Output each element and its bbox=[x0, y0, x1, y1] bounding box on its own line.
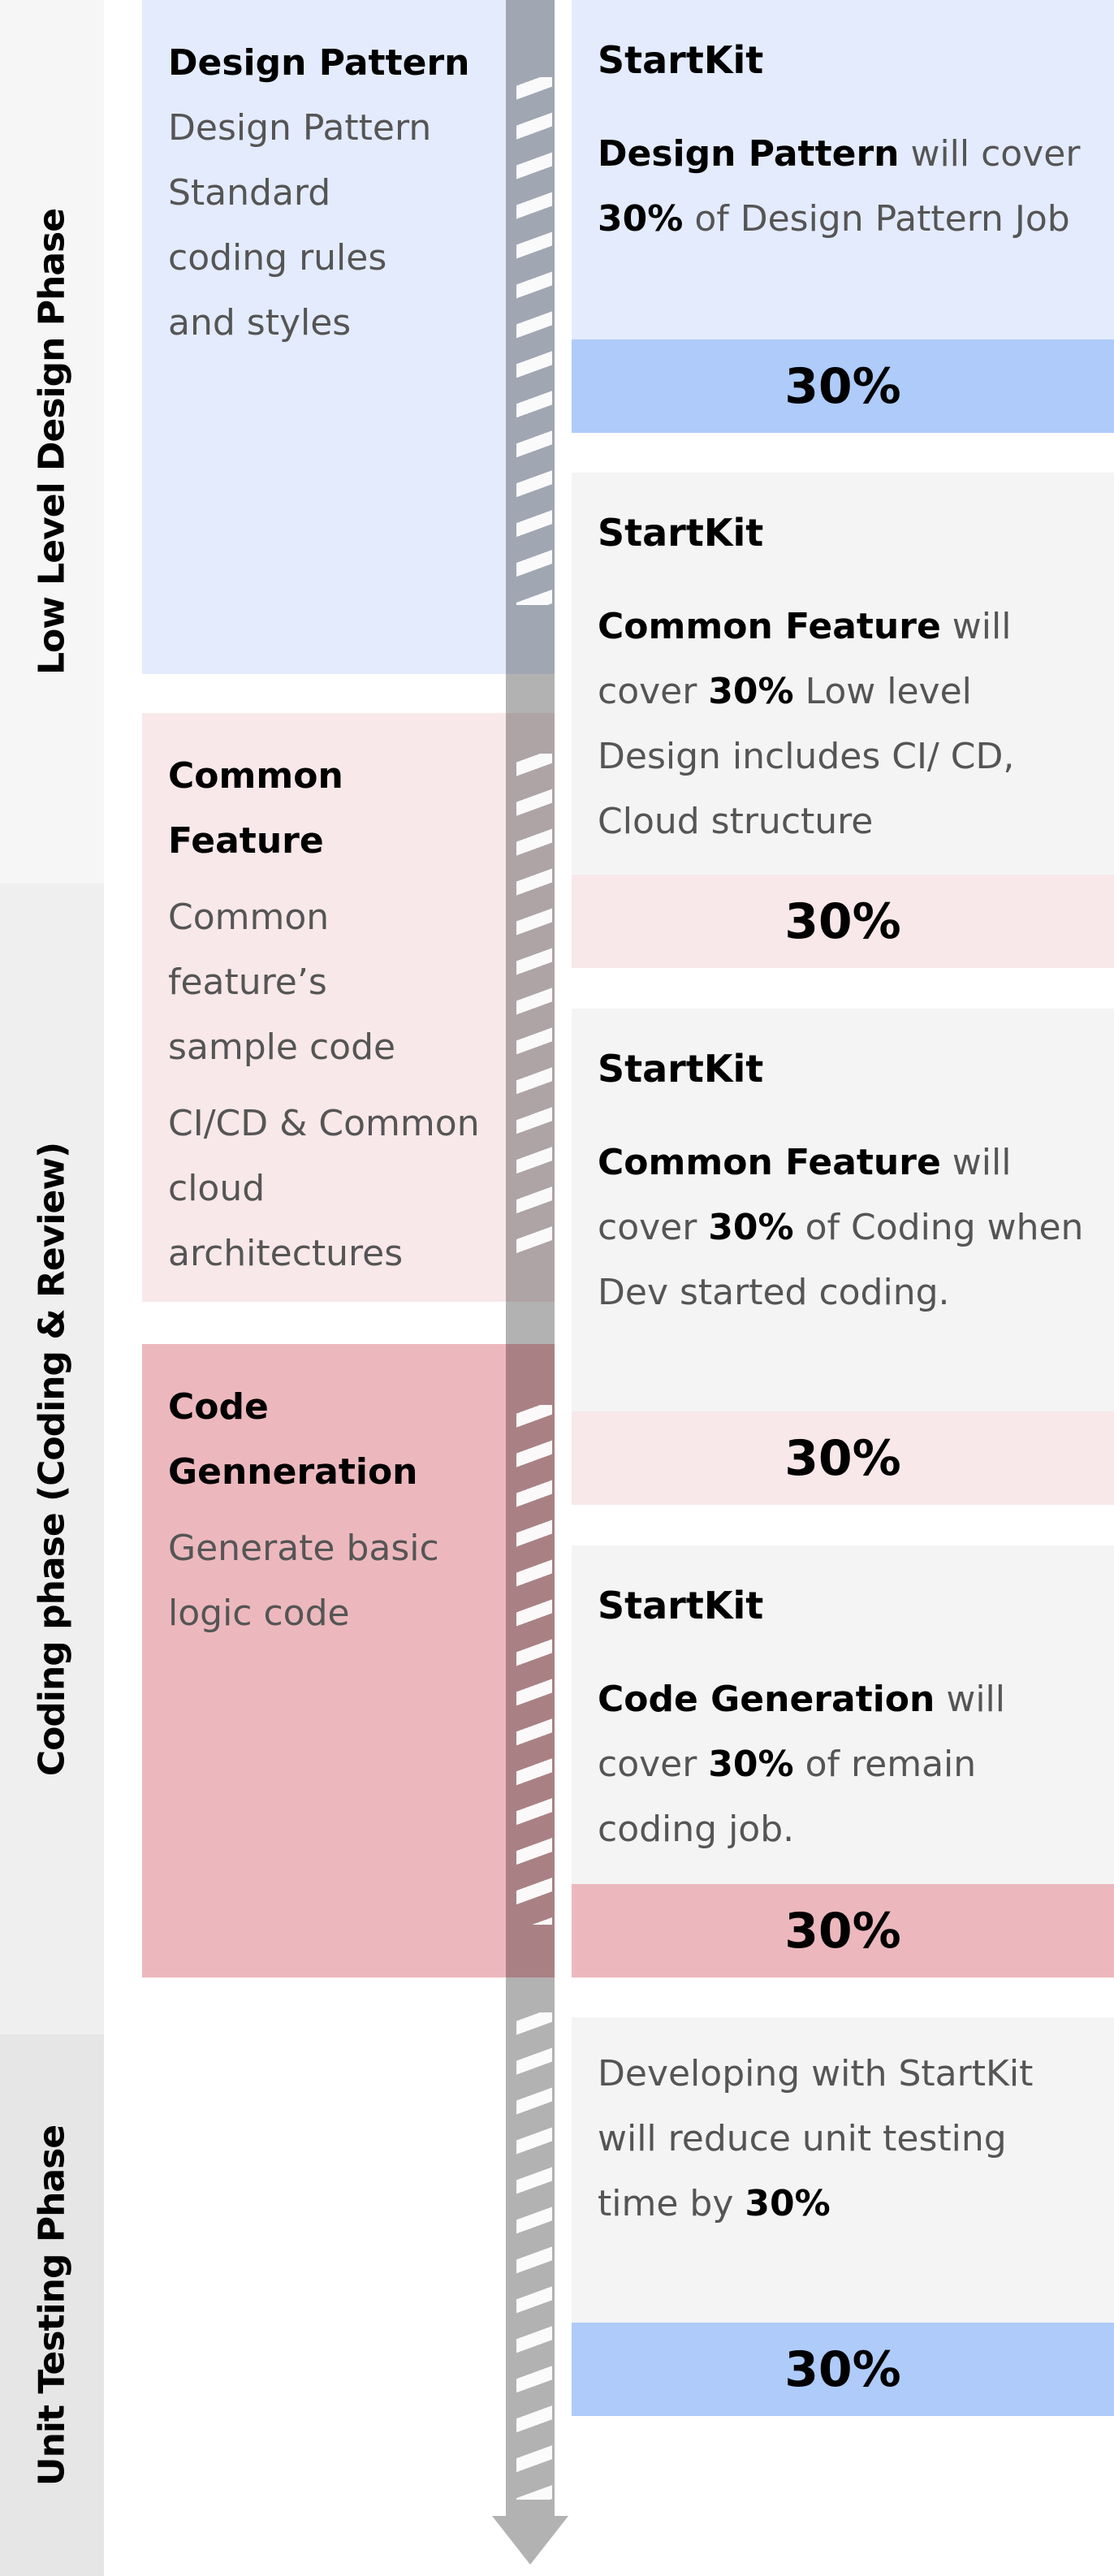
feature-card-common-feature: Common Feature Common feature’s sample c… bbox=[142, 713, 555, 1302]
result-text: Common Feature will cover 30% of Coding … bbox=[598, 1142, 1084, 1313]
result-text: Common Feature will cover 30% Low level … bbox=[598, 606, 1015, 842]
feature-title: Design Pattern bbox=[168, 42, 470, 84]
arrow-down-icon bbox=[492, 2516, 568, 2565]
percent-badge: 30% bbox=[572, 2323, 1114, 2416]
percent-badge: 30% bbox=[572, 339, 1114, 433]
feature-description: Standard coding rules and styles bbox=[168, 172, 387, 344]
startkit-label: StartKit bbox=[598, 38, 764, 82]
arrow-stripes bbox=[516, 77, 552, 605]
percent-badge: 30% bbox=[572, 1411, 1114, 1505]
phase-low-level-design: Low Level Design Phase bbox=[0, 0, 104, 884]
result-card: StartKit Common Feature will cover 30% o… bbox=[572, 1009, 1114, 1505]
phase-label: Unit Testing Phase bbox=[31, 2124, 73, 2486]
startkit-label: StartKit bbox=[598, 1584, 764, 1627]
arrow-stripes bbox=[516, 754, 552, 1257]
startkit-label: StartKit bbox=[598, 511, 764, 555]
result-text: Developing with StartKit will reduce uni… bbox=[598, 2053, 1034, 2224]
result-card: StartKit Code Generation will cover 30% … bbox=[572, 1545, 1114, 1977]
phase-label: Coding phase (Coding & Review) bbox=[31, 1142, 73, 1776]
percent-badge: 30% bbox=[572, 1884, 1114, 1977]
result-card: Developing with StartKit will reduce uni… bbox=[572, 2017, 1114, 2416]
feature-description: Generate basic logic code bbox=[168, 1528, 439, 1634]
percent-badge: 30% bbox=[572, 875, 1114, 968]
phase-coding: Coding phase (Coding & Review) bbox=[0, 884, 104, 2034]
result-text: Design Pattern will cover 30% of Design … bbox=[598, 133, 1081, 240]
result-text: Code Generation will cover 30% of remain… bbox=[598, 1679, 1006, 1850]
feature-description: CI/CD & Common cloud architectures bbox=[168, 1103, 480, 1274]
feature-card-code-generation: Code Genneration Generate basic logic co… bbox=[142, 1344, 555, 1977]
feature-description: Design Pattern bbox=[168, 107, 432, 149]
feature-title: Common Feature bbox=[168, 755, 343, 862]
feature-card-design-pattern: Design Pattern Design Pattern Standard c… bbox=[142, 0, 555, 674]
result-card: StartKit Common Feature will cover 30% L… bbox=[572, 473, 1114, 968]
feature-title: Code Genneration bbox=[168, 1386, 418, 1493]
phase-label: Low Level Design Phase bbox=[31, 208, 73, 676]
phase-unit-testing: Unit Testing Phase bbox=[0, 2034, 104, 2576]
result-card: StartKit Design Pattern will cover 30% o… bbox=[572, 0, 1114, 433]
startkit-label: StartKit bbox=[598, 1047, 764, 1091]
arrow-stripes bbox=[516, 2012, 552, 2500]
arrow-stripes bbox=[516, 1405, 552, 1925]
feature-description: Common feature’s sample code bbox=[168, 897, 396, 1068]
